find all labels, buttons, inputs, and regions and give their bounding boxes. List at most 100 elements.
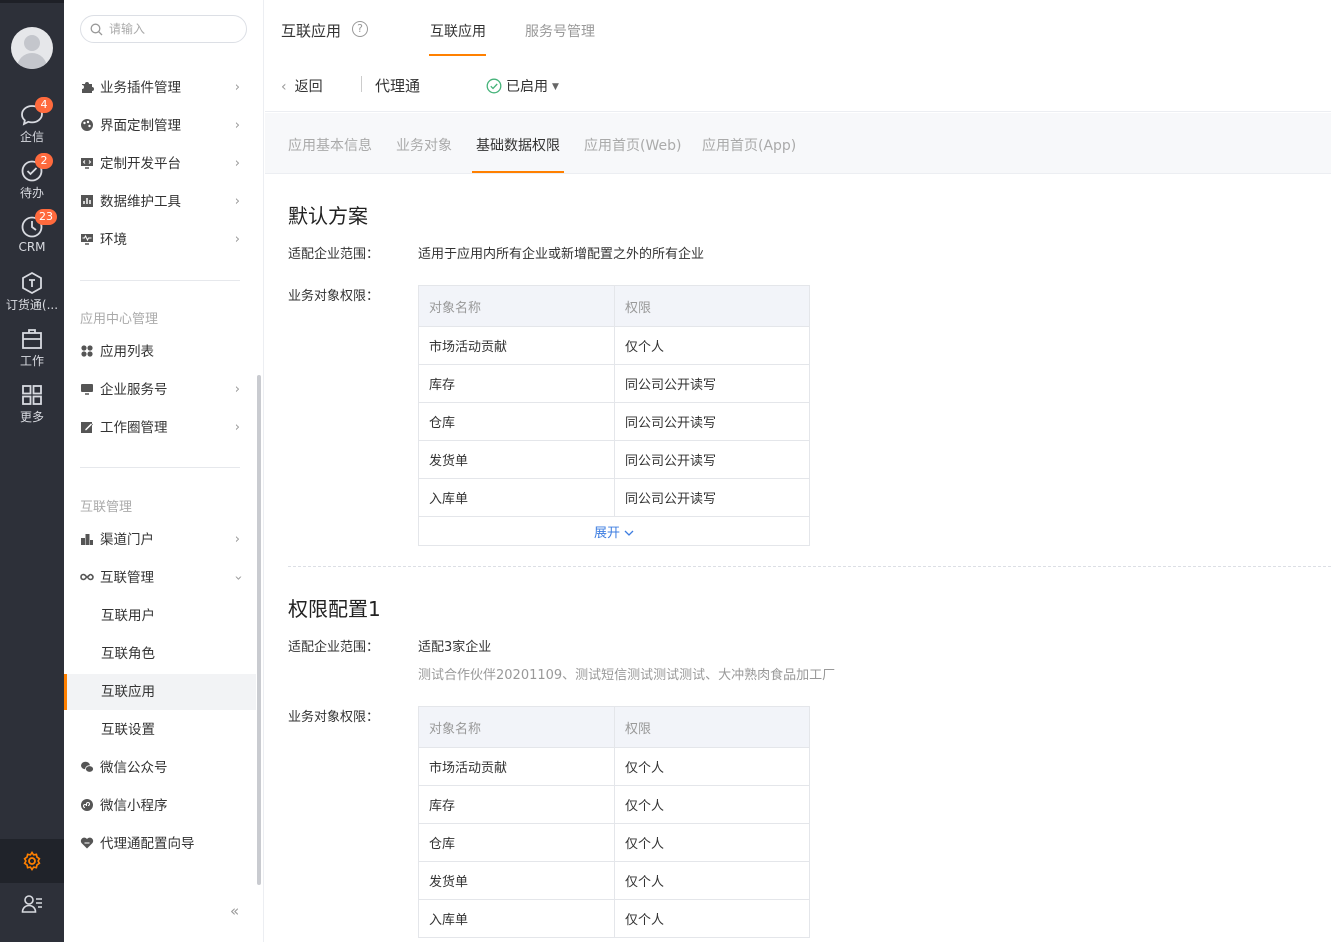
rail-label: 待办 — [19, 186, 44, 200]
cell-object: 入库单 — [418, 899, 615, 938]
cell-object: 市场活动贡献 — [418, 326, 615, 365]
table-row: 发货单 仅个人 — [418, 861, 810, 900]
sidebar-item-label: 微信小程序 — [100, 798, 168, 814]
permission-table-default: 对象名称 权限 市场活动贡献 仅个人 库存 同公司公开读写 仓库 同公司公开读写 发货… — [418, 285, 810, 546]
cell-perm: 同公司公开读写 — [614, 478, 810, 517]
palette-icon — [81, 119, 93, 131]
cell-perm: 仅个人 — [614, 326, 810, 365]
avatar[interactable] — [11, 27, 53, 69]
search-box[interactable] — [80, 15, 247, 43]
sidebar-item-label: 环境 — [100, 232, 127, 248]
chevron-left-icon: ‹ — [281, 79, 287, 95]
table-row: 库存 仅个人 — [418, 785, 810, 824]
search-input[interactable] — [109, 21, 234, 37]
tab-basic-info[interactable]: 应用基本信息 — [288, 135, 372, 155]
detail-tabs: 应用基本信息 业务对象 基础数据权限 应用首页(Web) 应用首页(App) — [265, 113, 1331, 174]
expand-label: 展开 — [593, 525, 620, 541]
tab-business-objects[interactable]: 业务对象 — [396, 135, 452, 155]
rail-item-qixin[interactable]: 4 企信 — [0, 97, 64, 151]
rail-item-work[interactable]: 工作 — [0, 323, 64, 375]
badge: 2 — [35, 153, 53, 169]
col-header-perm: 权限 — [614, 285, 810, 327]
table-header-row: 对象名称 权限 — [418, 706, 810, 748]
perm-label: 业务对象权限： — [288, 289, 380, 304]
settings-button[interactable] — [0, 839, 64, 883]
cell-perm: 同公司公开读写 — [614, 402, 810, 441]
scope-value: 适用于应用内所有企业或新增配置之外的所有企业 — [418, 247, 705, 262]
table-row: 仓库 仅个人 — [418, 823, 810, 862]
sidebar-item-workcircle[interactable]: 工作圈管理 › — [64, 410, 256, 446]
col-header-object: 对象名称 — [418, 706, 615, 748]
sidebar-item-applist[interactable]: 应用列表 — [64, 334, 256, 370]
table-row: 发货单 同公司公开读写 — [418, 440, 810, 479]
rail-label: 工作 — [19, 354, 44, 368]
collapse-sidebar-button[interactable]: « — [230, 902, 239, 920]
sidebar-item-env[interactable]: 环境 › — [64, 222, 256, 258]
tab-interconnect-apps[interactable]: 互联应用 — [430, 21, 486, 41]
expand-row: 展开 — [418, 516, 810, 546]
sidebar-item-devplatform[interactable]: 定制开发平台 › — [64, 146, 256, 182]
chevron-down-icon — [624, 530, 634, 536]
back-label: 返回 — [294, 79, 323, 95]
sidebar-item-wechat-official[interactable]: 微信公众号 — [64, 750, 256, 786]
rail-item-todo[interactable]: 2 待办 — [0, 153, 64, 207]
help-icon[interactable]: ? — [352, 21, 368, 37]
monitor-code-icon — [81, 158, 93, 169]
sidebar-subitem-users[interactable]: 互联用户 — [64, 598, 256, 634]
rail-item-dinghuotong[interactable]: 订货通(... — [0, 267, 64, 319]
sidebar-subitem-settings[interactable]: 互联设置 — [64, 712, 256, 748]
sidebar-item-wechat-mini[interactable]: 微信小程序 — [64, 788, 256, 824]
sidebar-item-label: 渠道门户 — [100, 532, 154, 548]
sidebar-item-proxy-wizard[interactable]: 代理通配置向导 — [64, 826, 256, 862]
sidebar-subitem-apps[interactable]: 互联应用 — [64, 674, 256, 710]
cell-perm: 同公司公开读写 — [614, 440, 810, 479]
sidebar-item-ui[interactable]: 界面定制管理 › — [64, 108, 256, 144]
badge: 4 — [35, 97, 53, 113]
sidebar-item-service-account[interactable]: 企业服务号 › — [64, 372, 256, 408]
sidebar-item-label: 互联设置 — [101, 722, 155, 738]
sidebar-item-datatools[interactable]: 数据维护工具 › — [64, 184, 256, 220]
sidebar-scrollbar[interactable] — [257, 375, 261, 885]
sidebar-item-plugin[interactable]: 业务插件管理 › — [64, 70, 256, 106]
scope-detail: 测试合作伙伴20201109、测试短信测试测试测试、大冲熟肉食品加工厂 — [418, 668, 836, 683]
buildings-icon — [81, 534, 93, 545]
sidebar-item-label: 企业服务号 — [100, 382, 168, 398]
page-title: 互联应用 — [281, 22, 342, 40]
rail-item-crm[interactable]: 23 CRM — [0, 209, 64, 263]
cell-perm: 仅个人 — [614, 823, 810, 862]
grid-icon — [22, 385, 42, 405]
rail-item-more[interactable]: 更多 — [0, 379, 64, 431]
chevron-right-icon: › — [234, 232, 240, 247]
secondary-sidebar: 业务插件管理 › 界面定制管理 › 定制开发平台 › 数据维护工具 › 环境 › 应用中心… — [64, 0, 264, 942]
cell-object: 仓库 — [418, 823, 615, 862]
tab-home-app[interactable]: 应用首页(App) — [702, 135, 796, 155]
infinity-icon — [80, 573, 94, 581]
main-content: 互联应用 ? 互联应用 服务号管理 ‹ 返回 代理通 已启用 ▼ 应用基本信息 业务… — [265, 0, 1331, 942]
cell-perm: 同公司公开读写 — [614, 364, 810, 403]
heart-guide-icon — [80, 837, 94, 849]
chevron-right-icon: › — [234, 80, 240, 95]
scope-label: 适配企业范围： — [288, 640, 380, 655]
sidebar-item-channel-portal[interactable]: 渠道门户 › — [64, 522, 256, 558]
user-settings-button[interactable] — [0, 893, 64, 917]
sidebar-item-label: 代理通配置向导 — [100, 836, 195, 852]
expand-button[interactable]: 展开 — [418, 516, 810, 546]
tab-home-web[interactable]: 应用首页(Web) — [584, 135, 681, 155]
tab-data-permissions[interactable]: 基础数据权限 — [476, 135, 560, 155]
wechat-icon — [81, 761, 94, 773]
search-icon — [90, 23, 103, 36]
scope-value: 适配3家企业 — [418, 640, 492, 655]
rail-label: CRM — [18, 240, 46, 254]
tab-service-account[interactable]: 服务号管理 — [525, 21, 595, 41]
section-title-config1: 权限配置1 — [288, 597, 381, 621]
scope-label: 适配企业范围： — [288, 247, 380, 262]
sidebar-item-label: 界面定制管理 — [100, 118, 181, 134]
sidebar-item-interconnect-mgmt[interactable]: 互联管理 › — [64, 560, 256, 596]
monitor-icon — [81, 384, 93, 395]
top-bar: 互联应用 ? 互联应用 服务号管理 — [265, 0, 1331, 58]
sidebar-subitem-roles[interactable]: 互联角色 — [64, 636, 256, 672]
status-dropdown[interactable]: 已启用 ▼ — [486, 76, 559, 96]
edit-icon — [81, 422, 93, 433]
sidebar-item-label: 应用列表 — [100, 344, 154, 360]
back-button[interactable]: ‹ 返回 — [281, 76, 323, 96]
